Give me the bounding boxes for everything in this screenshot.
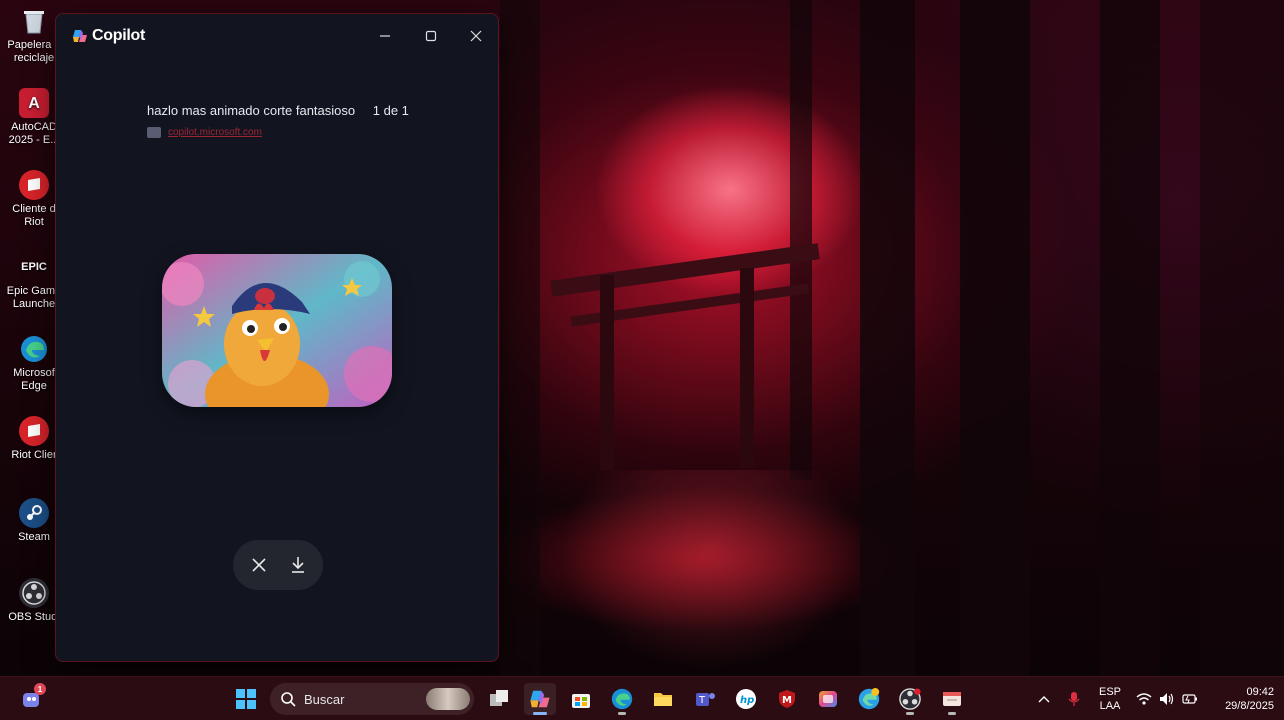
generated-image[interactable] [162, 254, 392, 407]
photos-icon [819, 691, 837, 707]
edge-beta-icon [858, 688, 880, 710]
download-image-button[interactable] [280, 547, 316, 583]
image-counter: 1 de 1 [372, 103, 409, 118]
battery-icon [1182, 694, 1198, 704]
close-icon [470, 30, 482, 42]
minimize-button[interactable] [370, 24, 400, 48]
teams-icon: T [696, 693, 715, 706]
hp-icon: hp [736, 689, 756, 709]
image-action-bar [233, 540, 323, 590]
title-bar[interactable]: Copilot [56, 14, 498, 58]
taskbar: 1 Buscar T hp M ESP LAA 09:42 29/8/2025 [0, 676, 1284, 720]
taskbar-app-recorder[interactable] [936, 683, 968, 715]
recorder-icon [943, 692, 961, 706]
taskbar-teams-chat[interactable]: 1 [16, 683, 48, 715]
clock-date: 29/8/2025 [1225, 700, 1274, 712]
wifi-icon [1136, 693, 1152, 705]
obs-icon [899, 688, 921, 710]
taskbar-copilot[interactable] [524, 683, 556, 715]
edge-icon [611, 688, 633, 710]
taskbar-search[interactable]: Buscar [270, 683, 474, 715]
search-placeholder: Buscar [304, 691, 345, 707]
recycle-bin-icon [19, 6, 49, 36]
taskbar-hp[interactable]: hp [730, 683, 762, 715]
edge-icon [19, 334, 49, 364]
notification-badge: 1 [34, 683, 46, 695]
store-icon [572, 694, 590, 708]
app-title: Copilot [72, 27, 145, 45]
microphone-indicator[interactable] [1062, 683, 1086, 715]
riot-icon [19, 170, 49, 200]
minimize-icon [380, 35, 390, 37]
folder-icon [654, 693, 672, 706]
windows-icon [236, 689, 256, 709]
copilot-icon [530, 690, 550, 708]
clock-time: 09:42 [1246, 686, 1274, 698]
close-image-button[interactable] [241, 547, 277, 583]
svg-text:hp: hp [740, 695, 754, 706]
show-hidden-icons-button[interactable] [1030, 683, 1058, 715]
epic-games-icon: EPIC [21, 260, 47, 273]
search-icon [281, 692, 296, 707]
microphone-icon [1068, 692, 1080, 706]
close-window-button[interactable] [461, 24, 491, 48]
autocad-icon: A [19, 88, 49, 118]
taskbar-edge-beta[interactable] [853, 683, 885, 715]
task-view-icon [490, 690, 508, 706]
chicken-illustration [162, 254, 392, 407]
input-language-button[interactable]: ESP LAA [1092, 683, 1128, 715]
taskbar-store[interactable] [565, 683, 597, 715]
source-favicon-icon [147, 127, 161, 138]
taskbar-edge[interactable] [606, 683, 638, 715]
taskbar-obs[interactable] [894, 683, 926, 715]
copilot-window: Copilot hazlo mas animado corte fantasio… [55, 13, 499, 662]
close-icon [251, 558, 266, 572]
maximize-icon [425, 30, 437, 42]
language-code: ESP [1098, 686, 1121, 698]
steam-icon [19, 498, 49, 528]
copilot-logo-icon [73, 30, 87, 42]
source-link-text: copilot.microsoft.com [168, 127, 262, 138]
prompt-text: hazlo mas animado corte fantasioso [147, 103, 356, 118]
prompt-header: hazlo mas animado corte fantasioso 1 de … [147, 103, 409, 118]
mcafee-icon: M [779, 690, 795, 708]
taskbar-mcafee[interactable]: M [771, 683, 803, 715]
search-highlight-image [426, 688, 470, 710]
taskbar-file-explorer[interactable] [647, 683, 679, 715]
obs-icon [19, 578, 49, 608]
region-code: LAA [1099, 700, 1121, 712]
riot-icon [19, 416, 49, 446]
taskbar-photos[interactable] [812, 683, 844, 715]
source-link[interactable]: copilot.microsoft.com [147, 127, 262, 138]
volume-icon [1159, 693, 1174, 705]
app-title-text: Copilot [92, 27, 145, 44]
taskbar-task-view[interactable] [483, 683, 515, 715]
svg-text:T: T [698, 695, 706, 706]
download-icon [291, 557, 304, 573]
maximize-button[interactable] [416, 24, 446, 48]
clock-button[interactable]: 09:42 29/8/2025 [1206, 683, 1274, 715]
taskbar-teams[interactable]: T [689, 683, 721, 715]
quick-settings-button[interactable] [1132, 683, 1202, 715]
chevron-up-icon [1038, 696, 1050, 703]
svg-text:M: M [782, 695, 792, 706]
start-button[interactable] [230, 683, 262, 715]
